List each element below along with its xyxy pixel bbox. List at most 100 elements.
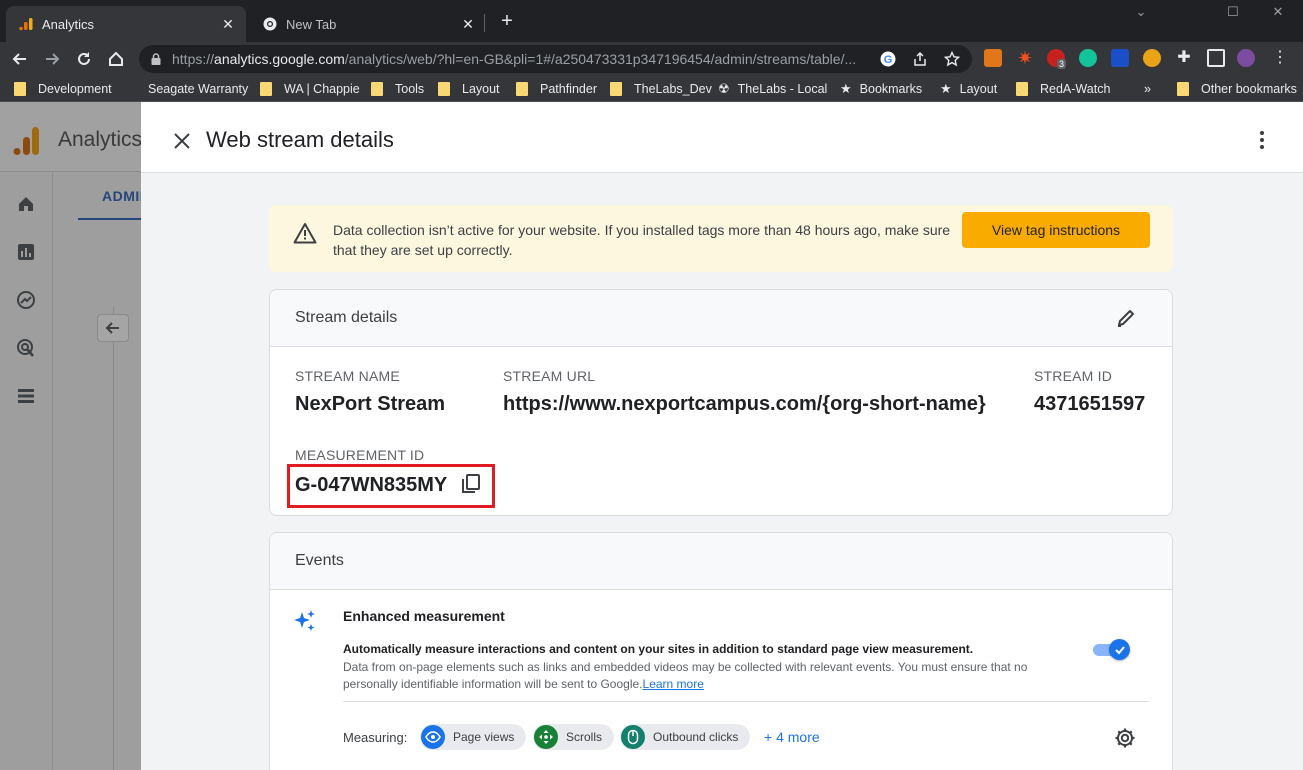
burst-extension-icon[interactable]: ✷ xyxy=(1016,49,1034,67)
folder-icon xyxy=(14,82,26,96)
tab-close-icon[interactable]: ✕ xyxy=(460,16,476,32)
bookmark-item[interactable]: Tools xyxy=(371,80,424,98)
stream-id-label: STREAM ID xyxy=(1034,368,1113,384)
warning-banner: Data collection isn’t active for your we… xyxy=(269,205,1173,272)
web-stream-details-drawer: Web stream details Data collection isn’t… xyxy=(141,102,1303,770)
checkmark-icon xyxy=(1114,645,1125,654)
home-icon[interactable] xyxy=(16,194,36,214)
bookmark-item[interactable]: Layout xyxy=(438,80,500,98)
highlight-box xyxy=(287,464,495,508)
bookmarks-overflow-button[interactable]: » xyxy=(1144,80,1151,98)
bookmark-item[interactable]: ★ Bookmarks xyxy=(840,80,922,98)
advertising-icon[interactable] xyxy=(16,338,36,358)
bookmarks-bar: Development Seagate Warranty WA | Chappi… xyxy=(0,75,1303,102)
enhanced-measurement-description: Data from on-page elements such as links… xyxy=(343,660,1028,691)
address-bar[interactable]: https://analytics.google.com/analytics/w… xyxy=(139,45,972,73)
tab-new-tab[interactable]: New Tab ✕ xyxy=(250,6,486,42)
learn-more-link[interactable]: Learn more xyxy=(643,677,704,691)
stream-url-value: https://www.nexportcampus.com/{org-short… xyxy=(503,393,986,415)
close-icon[interactable] xyxy=(170,129,194,153)
bookmark-item[interactable]: Pathfinder xyxy=(516,80,597,98)
back-button[interactable] xyxy=(97,314,129,342)
stream-name-value: NexPort Stream xyxy=(295,393,446,415)
google-icon[interactable]: G xyxy=(880,51,896,67)
folder-icon xyxy=(610,82,622,96)
home-icon[interactable] xyxy=(104,47,128,71)
star-icon: ★ xyxy=(940,81,952,96)
folder-icon xyxy=(1177,82,1189,96)
view-tag-instructions-button[interactable]: View tag instructions xyxy=(962,212,1150,248)
tab-title: Analytics xyxy=(42,16,95,32)
person-extension-icon[interactable] xyxy=(1143,49,1161,67)
maximize-icon[interactable]: ☐ xyxy=(1213,2,1253,22)
card-header: Stream details xyxy=(270,290,1172,347)
bookmark-item[interactable]: ★ Layout xyxy=(940,80,997,98)
folder-icon xyxy=(1016,82,1028,96)
warning-icon xyxy=(293,223,317,244)
toggle-knob xyxy=(1109,639,1130,660)
configure-icon[interactable] xyxy=(16,386,36,406)
eye-icon xyxy=(421,725,445,749)
bookmark-item[interactable]: Development xyxy=(14,80,112,98)
star-icon: ★ xyxy=(840,81,852,96)
chrome-icon xyxy=(262,16,278,32)
left-nav xyxy=(0,172,53,770)
metamask-extension-icon[interactable] xyxy=(984,49,1002,67)
bookmark-star-icon[interactable] xyxy=(944,51,960,67)
folder-icon xyxy=(260,82,272,96)
tab-close-icon[interactable]: ✕ xyxy=(220,16,236,32)
banner-message: Data collection isn’t active for your we… xyxy=(333,222,951,258)
chip-outbound-clicks[interactable]: Outbound clicks xyxy=(620,724,751,750)
gear-icon[interactable] xyxy=(1113,726,1137,750)
side-panel-icon[interactable] xyxy=(1207,49,1225,67)
grammarly-extension-icon[interactable] xyxy=(1079,49,1097,67)
minimize-icon[interactable]: ⌄ xyxy=(1121,2,1161,22)
other-bookmarks[interactable]: Other bookmarks xyxy=(1177,80,1297,98)
app-title: Analytics xyxy=(58,128,143,151)
folder-icon xyxy=(516,82,528,96)
profile-avatar[interactable] xyxy=(1237,49,1255,67)
tab-analytics[interactable]: Analytics ✕ xyxy=(6,6,246,42)
reports-icon[interactable] xyxy=(16,242,36,262)
new-tab-button[interactable]: + xyxy=(496,10,518,32)
card-header: Events xyxy=(270,533,1172,590)
measurement-id-label: MEASUREMENT ID xyxy=(295,447,425,463)
svg-text:G: G xyxy=(884,54,893,66)
forward-arrow-icon[interactable] xyxy=(40,47,64,71)
analytics-logo-icon xyxy=(18,16,34,32)
puzzle-extensions-icon[interactable]: ✚ xyxy=(1175,49,1193,67)
browser-tabbar: Analytics ✕ New Tab ✕ + ⌄ ☐ ✕ xyxy=(0,0,1303,42)
events-card: Events Enhanced measurement Automaticall… xyxy=(269,532,1173,770)
chip-label: Page views xyxy=(453,730,515,744)
bookmark-item[interactable]: ☢ TheLabs - Local xyxy=(718,80,827,98)
folder-icon xyxy=(371,82,383,96)
analytics-logo-icon xyxy=(13,127,39,155)
bookmark-item[interactable]: WA | Chappie xyxy=(260,80,360,98)
window-close-icon[interactable]: ✕ xyxy=(1258,2,1298,22)
chip-scrolls[interactable]: Scrolls xyxy=(533,724,615,750)
stream-name-label: STREAM NAME xyxy=(295,368,400,384)
bookmark-item[interactable]: RedA-Watch xyxy=(1016,80,1110,98)
stream-details-card: Stream details STREAM NAME NexPort Strea… xyxy=(269,289,1173,516)
more-events-link[interactable]: + 4 more xyxy=(764,729,820,745)
bookmark-item[interactable]: Seagate Warranty xyxy=(148,80,248,98)
page-content: Analytics ADMIN Web stream details Data … xyxy=(0,102,1303,770)
drawer-header: Web stream details xyxy=(141,102,1303,173)
reload-icon[interactable] xyxy=(72,47,96,71)
more-vert-icon[interactable] xyxy=(1252,128,1272,152)
divider xyxy=(113,307,114,770)
back-arrow-icon[interactable] xyxy=(8,47,32,71)
shield-extension-icon[interactable] xyxy=(1111,49,1129,67)
folder-icon xyxy=(438,82,450,96)
card-title: Stream details xyxy=(295,309,398,326)
browser-menu-icon[interactable]: ⋮ xyxy=(1271,49,1289,67)
sparkle-icon xyxy=(294,610,315,631)
adblock-extension-icon[interactable]: 3 xyxy=(1047,49,1067,69)
edit-pencil-icon[interactable] xyxy=(1115,307,1137,329)
chip-page-views[interactable]: Page views xyxy=(420,724,527,750)
bookmark-item[interactable]: TheLabs_Dev xyxy=(610,80,712,98)
chip-label: Outbound clicks xyxy=(653,730,739,744)
enhanced-measurement-toggle[interactable] xyxy=(1093,639,1131,660)
share-icon[interactable] xyxy=(912,51,928,67)
explore-icon[interactable] xyxy=(16,290,36,310)
